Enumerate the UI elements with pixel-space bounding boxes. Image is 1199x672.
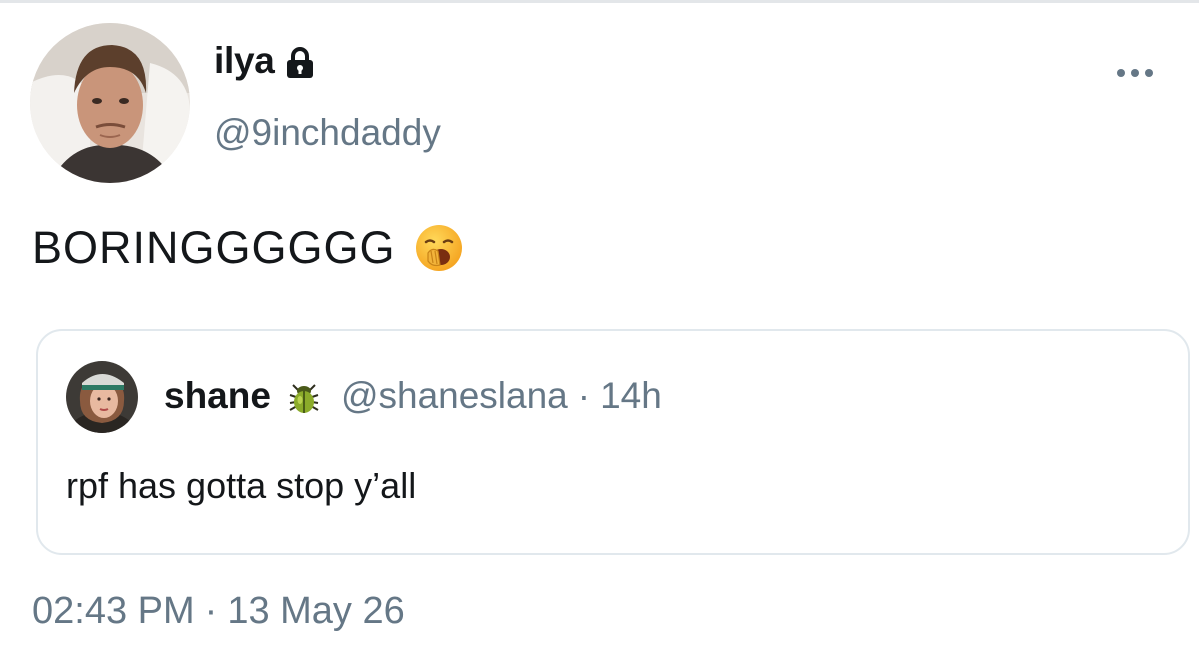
top-divider [0,0,1199,3]
tweet-date[interactable]: 13 May 26 [227,590,404,632]
quoted-tweet-card[interactable]: shane @shaneslana · 14h rpf has gotta st… [36,329,1190,555]
author-avatar[interactable] [30,23,190,183]
quoted-tweet-relative-time[interactable]: 14h [600,375,662,417]
more-options-icon [1117,69,1153,77]
timestamp-separator: · [204,590,218,632]
quoted-author-avatar[interactable] [66,361,138,433]
author-name-row: ilya [214,40,315,82]
more-options-button[interactable] [1112,60,1158,86]
tweet-body: BORINGGGGGG [32,222,464,274]
author-handle[interactable]: @9inchdaddy [214,112,441,154]
quoted-tweet-header: shane @shaneslana · 14h [164,375,662,417]
yawning-face-emoji-icon [414,223,464,273]
tweet-time[interactable]: 02:43 PM [32,590,195,632]
quoted-tweet-text: rpf has gotta stop y’all [66,465,417,506]
quoted-author-handle[interactable]: @shaneslana [341,375,568,417]
profile-photo-icon [66,361,138,433]
tweet-timestamp: 02:43 PM · 13 May 26 [32,590,405,633]
tweet-text: BORINGGGGGG [32,222,396,273]
beetle-emoji-icon [285,377,323,415]
author-display-name[interactable]: ilya [214,40,275,82]
quoted-author-name[interactable]: shane [164,375,271,417]
separator-dot: · [577,375,591,416]
profile-photo-icon [30,23,190,183]
lock-icon [285,47,315,79]
